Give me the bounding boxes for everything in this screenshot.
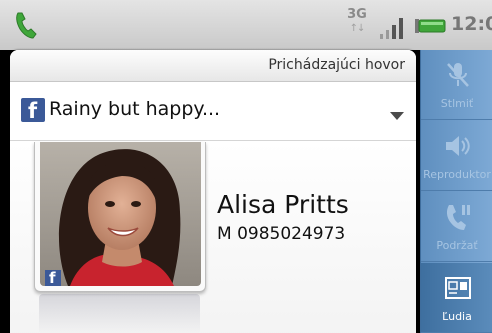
social-status-row[interactable]: f Rainy but happy... — [10, 83, 416, 141]
microphone-mute-icon — [447, 63, 469, 87]
people-button-label: Ľudia — [442, 310, 472, 323]
phone-hold-icon — [446, 205, 470, 230]
contact-photo-frame: f — [34, 142, 206, 292]
contacts-card-icon — [445, 277, 471, 299]
chevron-down-icon[interactable] — [390, 112, 404, 120]
phone-call-icon — [16, 12, 37, 39]
contact-photo: f — [40, 142, 201, 286]
facebook-letter: f — [28, 99, 38, 123]
speaker-button-label: Reproduktor — [423, 168, 491, 181]
contact-name: Alisa Pritts — [217, 190, 349, 219]
network-type-label: 3G — [347, 7, 367, 22]
hold-button[interactable]: Podržať — [421, 192, 492, 262]
hold-button-label: Podržať — [436, 239, 478, 252]
status-bar: 3G ↑↓ 12:03 — [0, 0, 492, 50]
speaker-icon — [446, 136, 470, 156]
facebook-small-letter: f — [49, 269, 56, 286]
mute-button-label: Stlmiť — [440, 97, 474, 110]
data-activity-arrows: ↑↓ — [349, 23, 366, 34]
call-action-bar: Stlmiť Reproduktor Podržať Ľudia — [420, 50, 492, 333]
battery-icon — [415, 19, 446, 33]
contact-area: f Alisa Pritts M 0985024973 — [10, 142, 416, 333]
facebook-icon: f — [21, 98, 45, 123]
call-state-label: Prichádzajúci hovor — [268, 57, 405, 73]
signal-bars-icon — [380, 18, 403, 39]
call-header: Prichádzajúci hovor — [10, 50, 416, 82]
social-status-message: Rainy but happy... — [49, 98, 221, 120]
mute-button[interactable]: Stlmiť — [421, 50, 492, 120]
contact-photo-image — [40, 142, 201, 286]
network-type-indicator: 3G ↑↓ — [346, 7, 368, 43]
incoming-call-card: Prichádzajúci hovor f Rainy but happy... — [10, 50, 416, 333]
facebook-small-icon: f — [45, 269, 61, 286]
people-button[interactable]: Ľudia — [421, 263, 492, 333]
contact-number: M 0985024973 — [217, 224, 346, 244]
speaker-button[interactable]: Reproduktor — [421, 121, 492, 191]
status-clock: 12:03 — [451, 13, 492, 35]
photo-reflection — [39, 294, 200, 333]
